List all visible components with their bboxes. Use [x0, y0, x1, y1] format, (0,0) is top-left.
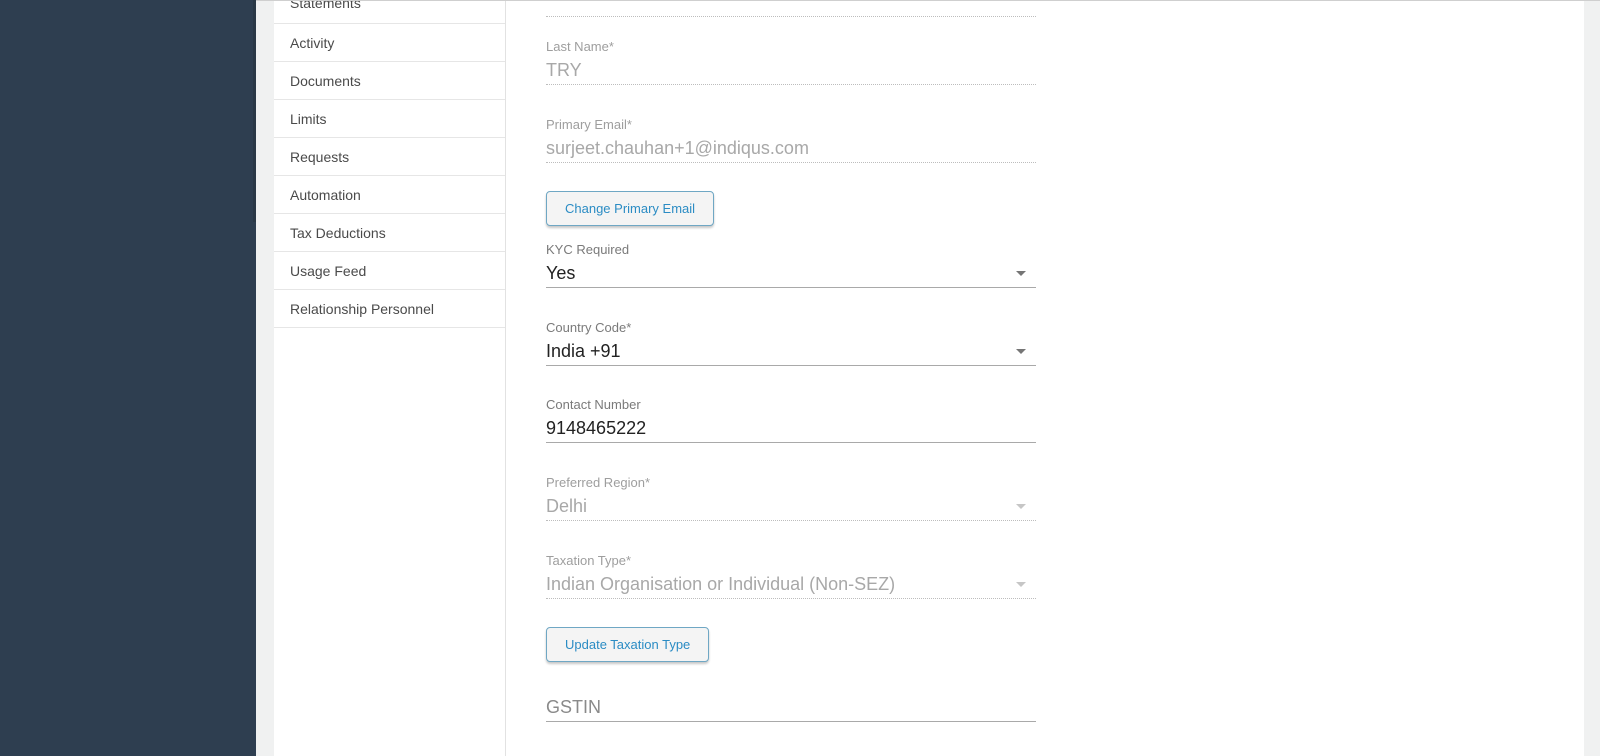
taxation-type-select[interactable]: Taxation Type* Indian Organisation or In…	[546, 553, 1036, 599]
last-name-underline	[546, 84, 1036, 85]
left-navigation-bar	[0, 0, 256, 756]
primary-email-value: surjeet.chauhan+1@indiqus.com	[546, 138, 809, 158]
profile-form-panel: Last Name* TRY Primary Email* surjeet.ch…	[506, 0, 1584, 756]
sub-nav-item-tax-deductions[interactable]: Tax Deductions	[274, 214, 505, 252]
dropdown-arrow-icon[interactable]	[1016, 349, 1026, 354]
account-sub-navigation: Statements Activity Documents Limits Req…	[274, 0, 506, 756]
gstin-underline	[546, 721, 1036, 722]
contact-number-value[interactable]: 9148465222	[546, 416, 1036, 442]
first-name-underline	[546, 16, 1036, 17]
sub-nav-item-usage-feed[interactable]: Usage Feed	[274, 252, 505, 290]
sub-nav-item-label: Statements	[290, 0, 361, 11]
country-code-value: India +91	[546, 341, 621, 361]
dropdown-arrow-icon	[1016, 504, 1026, 509]
primary-email-underline	[546, 162, 1036, 163]
gstin-input[interactable]: GSTIN	[546, 695, 1036, 722]
content-gutter	[256, 0, 274, 756]
sub-nav-item-label: Tax Deductions	[290, 224, 386, 241]
right-gutter	[1593, 0, 1600, 756]
change-primary-email-button[interactable]: Change Primary Email	[546, 191, 715, 226]
kyc-required-underline	[546, 287, 1036, 288]
kyc-required-value: Yes	[546, 263, 576, 283]
sub-nav-item-documents[interactable]: Documents	[274, 62, 505, 100]
preferred-region-label: Preferred Region*	[546, 475, 651, 490]
sub-nav-item-label: Automation	[290, 186, 361, 203]
preferred-region-value: Delhi	[546, 496, 588, 516]
sub-nav-item-label: Relationship Personnel	[290, 300, 434, 317]
first-name-field	[546, 0, 1036, 17]
top-border	[256, 0, 1600, 1]
sub-nav-item-statements[interactable]: Statements	[274, 0, 505, 24]
sub-nav-item-label: Requests	[290, 148, 350, 165]
update-taxation-type-button[interactable]: Update Taxation Type	[546, 627, 710, 662]
taxation-type-underline	[546, 598, 1036, 599]
country-code-select[interactable]: Country Code* India +91	[546, 320, 1036, 366]
preferred-region-select[interactable]: Preferred Region* Delhi	[546, 475, 1036, 521]
kyc-required-label: KYC Required	[546, 242, 630, 257]
sub-nav-item-automation[interactable]: Automation	[274, 176, 505, 214]
taxation-type-value: Indian Organisation or Individual (Non-S…	[546, 574, 896, 594]
sub-nav-item-label: Activity	[290, 34, 335, 51]
country-code-underline	[546, 365, 1036, 366]
sub-nav-item-label: Limits	[290, 110, 327, 127]
dropdown-arrow-icon[interactable]	[1016, 271, 1026, 276]
preferred-region-underline	[546, 520, 1036, 521]
gstin-placeholder[interactable]: GSTIN	[546, 695, 1036, 721]
sub-nav-item-requests[interactable]: Requests	[274, 138, 505, 176]
country-code-label: Country Code*	[546, 320, 632, 335]
primary-email-label: Primary Email*	[546, 117, 632, 132]
kyc-required-select[interactable]: KYC Required Yes	[546, 242, 1036, 288]
sub-nav-item-label: Documents	[290, 72, 361, 89]
primary-email-field[interactable]: Primary Email* surjeet.chauhan+1@indiqus…	[546, 117, 1036, 163]
last-name-field[interactable]: Last Name* TRY	[546, 39, 1036, 85]
last-name-label: Last Name*	[546, 39, 614, 54]
dropdown-arrow-icon	[1016, 582, 1026, 587]
last-name-value: TRY	[546, 60, 582, 80]
taxation-type-label: Taxation Type*	[546, 553, 632, 568]
contact-number-underline	[546, 442, 1036, 443]
sub-nav-item-relationship-personnel[interactable]: Relationship Personnel	[274, 290, 505, 328]
contact-number-label: Contact Number	[546, 397, 641, 412]
contact-number-input[interactable]: Contact Number 9148465222	[546, 397, 1036, 443]
sub-nav-item-activity[interactable]: Activity	[274, 24, 505, 62]
sub-nav-item-limits[interactable]: Limits	[274, 100, 505, 138]
sub-nav-item-label: Usage Feed	[290, 262, 367, 279]
